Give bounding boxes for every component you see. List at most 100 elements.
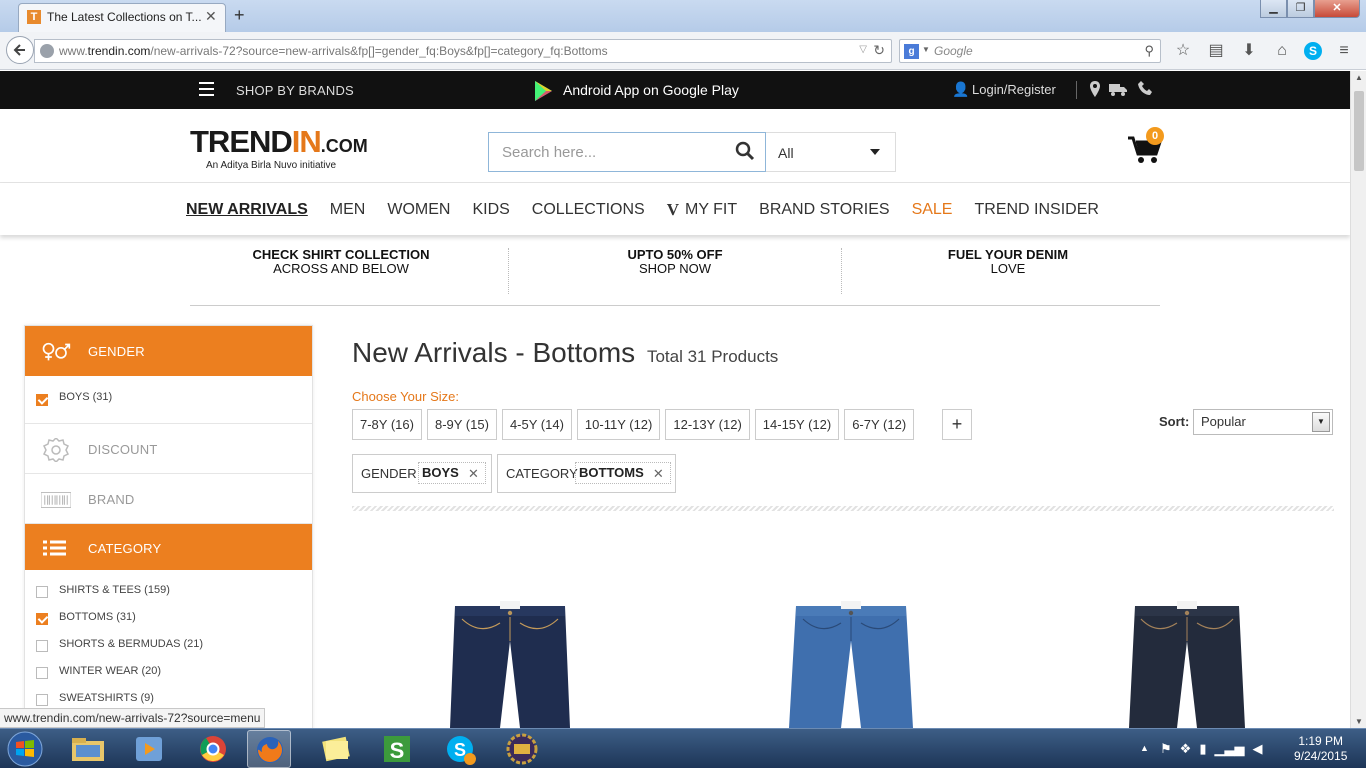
- remove-filter-icon[interactable]: ✕: [468, 464, 479, 484]
- checkbox-boys[interactable]: [36, 394, 48, 406]
- facet-discount-label: DISCOUNT: [88, 442, 158, 457]
- downloads-icon[interactable]: ⬇: [1238, 41, 1260, 61]
- nav-sale[interactable]: SALE: [912, 200, 953, 220]
- menu-icon[interactable]: ≡: [1333, 41, 1355, 61]
- hamburger-menu-icon[interactable]: [199, 82, 214, 96]
- nav-men[interactable]: MEN: [330, 200, 366, 220]
- facet-category-header[interactable]: CATEGORY: [25, 524, 312, 570]
- nav-trend-insider[interactable]: TREND INSIDER: [974, 200, 1098, 220]
- skype-taskbar-icon[interactable]: S: [445, 734, 477, 766]
- size-option[interactable]: 14-15Y (12): [754, 409, 840, 440]
- phone-icon[interactable]: [1138, 81, 1153, 96]
- scroll-up-icon[interactable]: ▲: [1355, 73, 1363, 82]
- minimize-button[interactable]: ▁: [1260, 0, 1287, 18]
- facet-brand-header[interactable]: BRAND: [25, 474, 312, 524]
- media-player-icon[interactable]: [134, 735, 164, 763]
- checkbox-sweatshirts[interactable]: [36, 694, 48, 706]
- dropbox-icon[interactable]: ❖: [1180, 741, 1192, 757]
- size-option[interactable]: 8-9Y (15): [426, 409, 497, 440]
- sticky-notes-icon[interactable]: [318, 735, 354, 763]
- reading-list-icon[interactable]: ▤: [1205, 41, 1227, 61]
- checkbox-bottoms[interactable]: [36, 613, 48, 625]
- facet-option-winter-wear[interactable]: WINTER WEAR (20): [25, 659, 312, 686]
- nav-collections[interactable]: COLLECTIONS: [532, 200, 645, 220]
- facet-gender-header[interactable]: GENDER: [25, 326, 312, 376]
- facet-discount-header[interactable]: DISCOUNT: [25, 424, 312, 474]
- window-controls: ▁ ❐ ✕: [1260, 0, 1360, 20]
- home-icon[interactable]: ⌂: [1271, 41, 1293, 61]
- reload-icon[interactable]: ↻: [873, 42, 885, 59]
- url-history-dropdown-icon[interactable]: ▽: [859, 44, 867, 55]
- product-jeans-light[interactable]: [781, 601, 921, 728]
- facet-option-label: BOTTOMS (31): [59, 611, 136, 623]
- page-scrollbar[interactable]: ▲ ▼: [1350, 71, 1366, 728]
- nav-kids[interactable]: KIDS: [472, 200, 509, 220]
- new-tab-button[interactable]: +: [234, 5, 245, 26]
- back-button[interactable]: [6, 36, 34, 64]
- nav-new-arrivals[interactable]: NEW ARRIVALS: [186, 200, 308, 220]
- facet-option-shirts-tees[interactable]: SHIRTS & TEES (159): [25, 578, 312, 605]
- chevron-down-icon: ▼: [1312, 412, 1330, 432]
- site-search-input[interactable]: [490, 134, 722, 170]
- volume-icon[interactable]: ◀: [1252, 741, 1262, 757]
- promo-strip: CHECK SHIRT COLLECTION ACROSS AND BELOW U…: [190, 236, 1160, 306]
- nav-brand-stories[interactable]: BRAND STORIES: [759, 200, 889, 220]
- search-icon[interactable]: [735, 141, 755, 161]
- restore-button[interactable]: ❐: [1287, 0, 1314, 18]
- windows-start-icon[interactable]: [6, 731, 44, 767]
- file-explorer-icon[interactable]: [70, 735, 106, 763]
- promo-upto-50-off[interactable]: UPTO 50% OFF SHOP NOW: [525, 248, 825, 276]
- action-center-flag-icon[interactable]: ⚑: [1160, 741, 1172, 757]
- close-window-button[interactable]: ✕: [1314, 0, 1360, 18]
- show-hidden-icons[interactable]: ▲: [1140, 743, 1149, 753]
- promo-fuel-your-denim[interactable]: FUEL YOUR DENIM LOVE: [858, 248, 1158, 276]
- browser-search-box[interactable]: g ▼ Google ⚲: [899, 39, 1161, 63]
- nav-women[interactable]: WOMEN: [387, 200, 450, 220]
- facet-option-boys[interactable]: BOYS (31): [25, 376, 312, 424]
- product-jeans-black[interactable]: [1117, 601, 1257, 728]
- search-engine-icon[interactable]: g: [904, 44, 919, 59]
- shop-by-brands-link[interactable]: SHOP BY BRANDS: [236, 83, 354, 98]
- tab-close-icon[interactable]: ✕: [205, 8, 217, 25]
- address-bar[interactable]: www.trendin.com/new-arrivals-72?source=n…: [34, 39, 892, 63]
- size-option[interactable]: 10-11Y (12): [576, 409, 661, 440]
- java-ee-ide-icon[interactable]: [506, 733, 538, 765]
- search-icon[interactable]: ⚲: [1144, 43, 1154, 59]
- checkbox-winter-wear[interactable]: [36, 667, 48, 679]
- size-option[interactable]: 12-13Y (12): [665, 409, 750, 440]
- scroll-thumb[interactable]: [1354, 91, 1364, 171]
- chrome-icon[interactable]: [198, 734, 228, 764]
- nav-my-fit[interactable]: V MY FIT: [667, 200, 737, 220]
- facet-option-bottoms[interactable]: BOTTOMS (31): [25, 605, 312, 632]
- login-register-link[interactable]: Login/Register: [972, 82, 1056, 97]
- network-signal-icon[interactable]: ▁▃▅: [1214, 741, 1244, 757]
- sort-select[interactable]: Popular ▼: [1193, 409, 1333, 435]
- product-jeans-dark[interactable]: [440, 601, 580, 728]
- promo-check-shirt[interactable]: CHECK SHIRT COLLECTION ACROSS AND BELOW: [191, 248, 491, 276]
- size-option[interactable]: 6-7Y (12): [844, 409, 915, 440]
- more-sizes-button[interactable]: +: [942, 409, 972, 440]
- search-category-select[interactable]: All: [766, 132, 896, 172]
- scroll-down-icon[interactable]: ▼: [1355, 717, 1363, 726]
- checkbox-shirts-tees[interactable]: [36, 586, 48, 598]
- power-icon[interactable]: ▮: [1199, 741, 1206, 757]
- size-option[interactable]: 4-5Y (14): [501, 409, 572, 440]
- bookmark-star-icon[interactable]: ☆: [1172, 41, 1194, 61]
- taskbar-active-app[interactable]: [247, 730, 291, 768]
- android-app-link[interactable]: Android App on Google Play: [563, 82, 739, 98]
- site-topbar: SHOP BY BRANDS Android App on Google Pla…: [0, 71, 1350, 109]
- size-option[interactable]: 7-8Y (16): [352, 409, 422, 440]
- facet-option-label: SWEATSHIRTS (9): [59, 692, 154, 704]
- checkbox-shorts-bermudas[interactable]: [36, 640, 48, 652]
- browser-tab[interactable]: T The Latest Collections on T... ✕: [18, 3, 226, 32]
- delivery-truck-icon[interactable]: [1109, 81, 1127, 97]
- facet-option-shorts-bermudas[interactable]: SHORTS & BERMUDAS (21): [25, 632, 312, 659]
- system-clock[interactable]: 1:19 PM 9/24/2015: [1294, 734, 1347, 764]
- search-engine-caret-icon[interactable]: ▼: [922, 45, 930, 54]
- app-s-icon[interactable]: S: [382, 734, 412, 764]
- trendin-logo[interactable]: TRENDIN.COM An Aditya Birla Nuvo initiat…: [190, 126, 368, 171]
- google-play-icon[interactable]: [532, 80, 554, 102]
- store-locator-icon[interactable]: [1089, 81, 1101, 97]
- remove-filter-icon[interactable]: ✕: [653, 464, 664, 484]
- skype-icon[interactable]: S: [1304, 42, 1322, 60]
